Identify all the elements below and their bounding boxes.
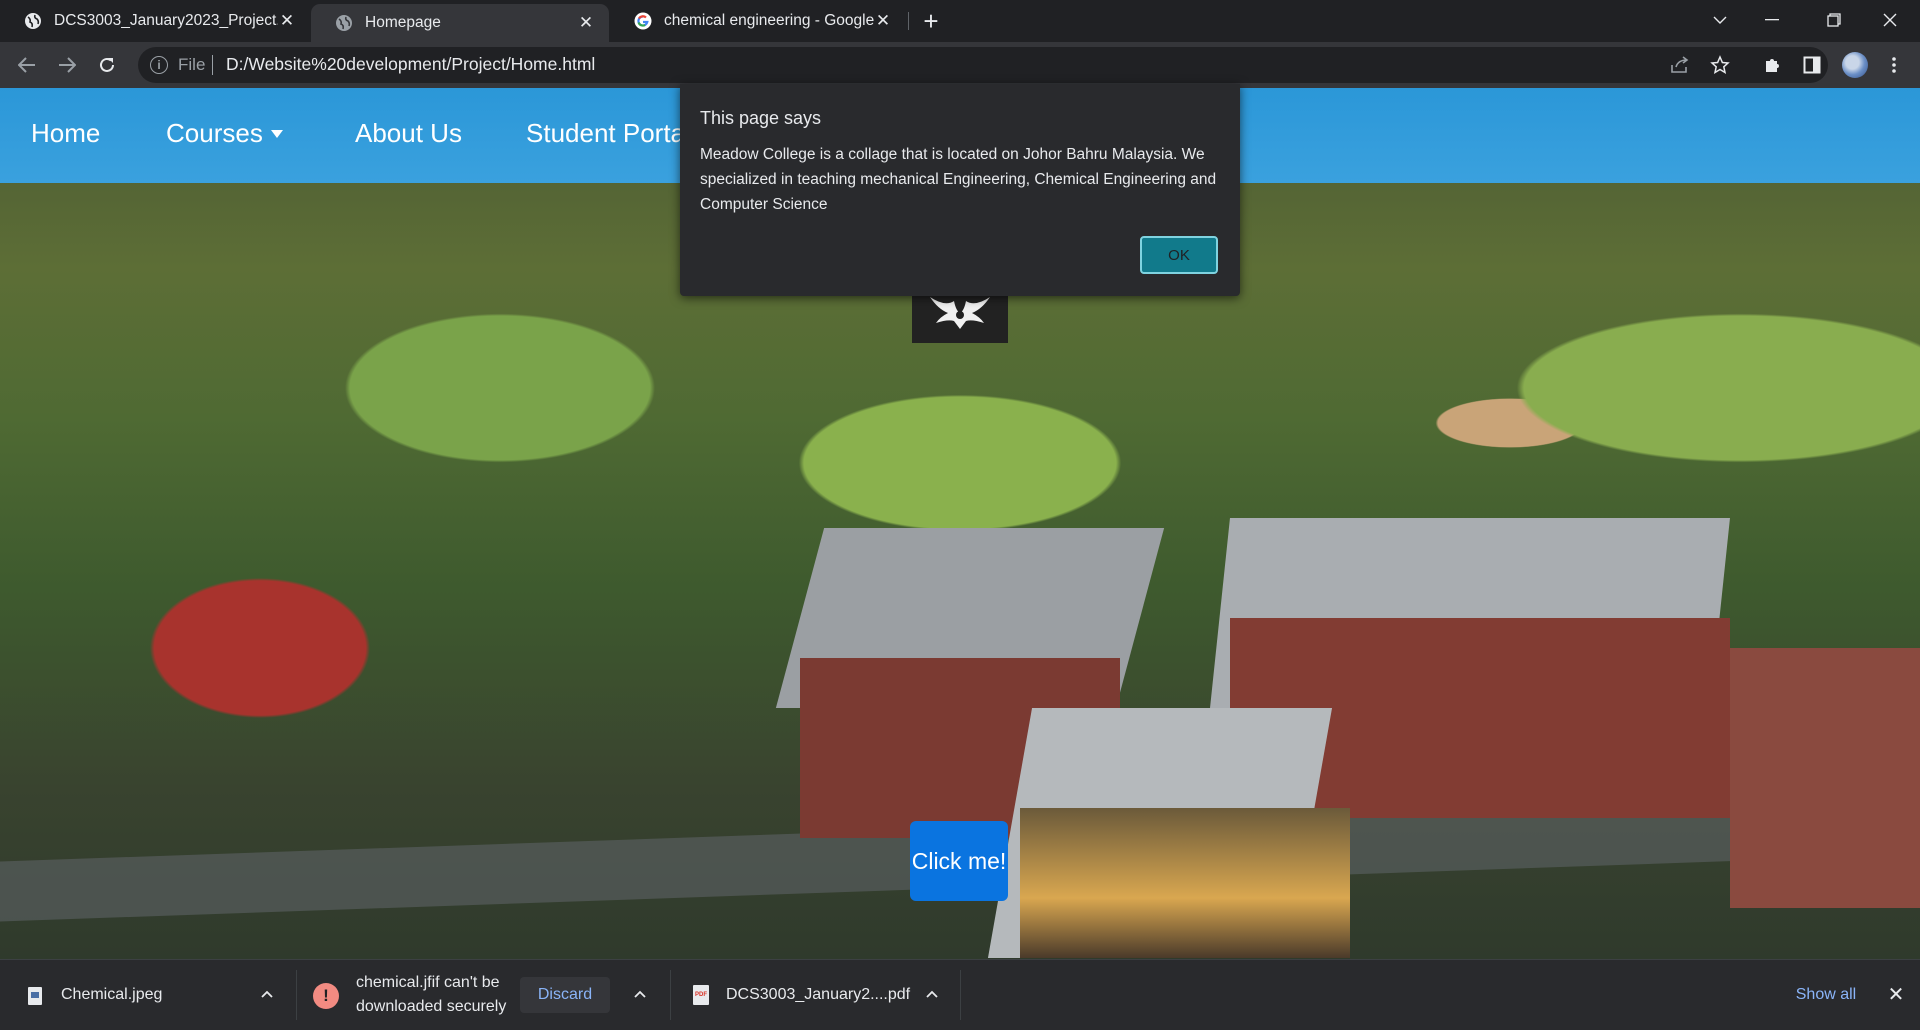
browser-toolbar: i File D:/Website%20development/Project/…	[0, 42, 1920, 88]
restore-button[interactable]	[1806, 0, 1862, 40]
tab-project-pdf[interactable]: DCS3003_January2023_Project.pd ✕	[0, 0, 310, 42]
tab-strip: DCS3003_January2023_Project.pd ✕ Homepag…	[0, 0, 1920, 42]
download-filename: DCS3003_January2....pdf	[726, 986, 911, 1003]
college-crest-icon	[930, 297, 990, 329]
download-item-pdf[interactable]: DCS3003_January2....pdf	[726, 960, 910, 1030]
tab-title: DCS3003_January2023_Project.pd	[54, 12, 278, 29]
tab-separator	[908, 12, 909, 30]
url-text[interactable]: D:/Website%20development/Project/Home.ht…	[226, 54, 595, 75]
download-separator	[296, 970, 297, 1020]
download-shelf: Chemical.jpeg ! chemical.jfif can't be d…	[0, 959, 1920, 1030]
dialog-ok-button[interactable]: OK	[1140, 236, 1218, 274]
nav-courses-link[interactable]: Courses	[166, 118, 263, 149]
tab-homepage[interactable]: Homepage ✕	[311, 4, 609, 42]
dialog-title: This page says	[700, 108, 822, 128]
dialog-message: Meadow College is a collage that is loca…	[700, 146, 1217, 213]
close-tab-icon[interactable]: ✕	[577, 13, 595, 32]
nav-about-link[interactable]: About Us	[355, 118, 462, 149]
close-window-button[interactable]	[1862, 0, 1918, 40]
minimize-button[interactable]	[1744, 0, 1800, 40]
alert-dialog: This page says Meadow College is a colla…	[680, 84, 1240, 296]
college-logo	[912, 293, 1008, 343]
url-separator	[212, 55, 213, 75]
back-arrow-icon[interactable]	[13, 51, 41, 79]
download-separator	[670, 970, 671, 1020]
profile-avatar[interactable]	[1842, 52, 1868, 78]
globe-icon	[25, 13, 41, 29]
close-shelf-icon[interactable]: ✕	[1884, 982, 1908, 1006]
bookmark-star-icon[interactable]	[1706, 51, 1734, 79]
show-all-downloads-button[interactable]: Show all	[1780, 977, 1872, 1013]
discard-button[interactable]: Discard	[520, 977, 610, 1013]
download-item-chemical-jpeg[interactable]: Chemical.jpeg	[61, 960, 162, 1030]
more-menu-icon[interactable]	[1880, 51, 1908, 79]
new-tab-button[interactable]: +	[918, 6, 944, 36]
click-me-button[interactable]: Click me!	[910, 821, 1008, 901]
nav-home-link[interactable]: Home	[31, 118, 100, 149]
site-info-icon[interactable]: i	[150, 56, 168, 74]
side-panel-icon[interactable]	[1798, 51, 1826, 79]
tab-google-search[interactable]: chemical engineering - Google S ✕	[610, 0, 906, 42]
url-scheme-label: File	[178, 55, 206, 74]
google-icon	[634, 12, 652, 30]
close-tab-icon[interactable]: ✕	[874, 11, 892, 30]
pdf-file-icon: PDF	[693, 985, 709, 1005]
address-bar[interactable]: i File D:/Website%20development/Project/…	[138, 47, 1828, 83]
campus-building-right	[1730, 648, 1920, 908]
chevron-up-icon[interactable]	[631, 985, 649, 1003]
download-separator	[960, 970, 961, 1020]
caret-down-icon[interactable]	[271, 130, 283, 138]
chevron-up-icon[interactable]	[258, 985, 276, 1003]
extensions-puzzle-icon[interactable]	[1758, 51, 1786, 79]
download-filename: Chemical.jpeg	[61, 986, 163, 1003]
nav-student-portal-link[interactable]: Student Portal	[526, 118, 680, 149]
chevron-up-icon[interactable]	[923, 985, 941, 1003]
image-file-icon	[28, 987, 42, 1005]
download-warning-line2: downloaded securely	[356, 998, 507, 1015]
tab-title: Homepage	[365, 14, 441, 31]
campus-building-lobby	[1020, 808, 1350, 958]
warning-icon: !	[313, 983, 339, 1009]
download-item-chemical-jfif[interactable]: chemical.jfif can't be downloaded secure…	[356, 960, 506, 1030]
globe-icon	[336, 15, 352, 31]
reload-icon[interactable]	[93, 51, 121, 79]
tab-title: chemical engineering - Google S	[664, 12, 874, 29]
tab-search-chevron-icon[interactable]	[1692, 0, 1748, 40]
share-icon[interactable]	[1666, 51, 1694, 79]
forward-arrow-icon[interactable]	[53, 51, 81, 79]
download-warning-line1: chemical.jfif can't be	[356, 974, 500, 991]
close-tab-icon[interactable]: ✕	[278, 11, 296, 30]
